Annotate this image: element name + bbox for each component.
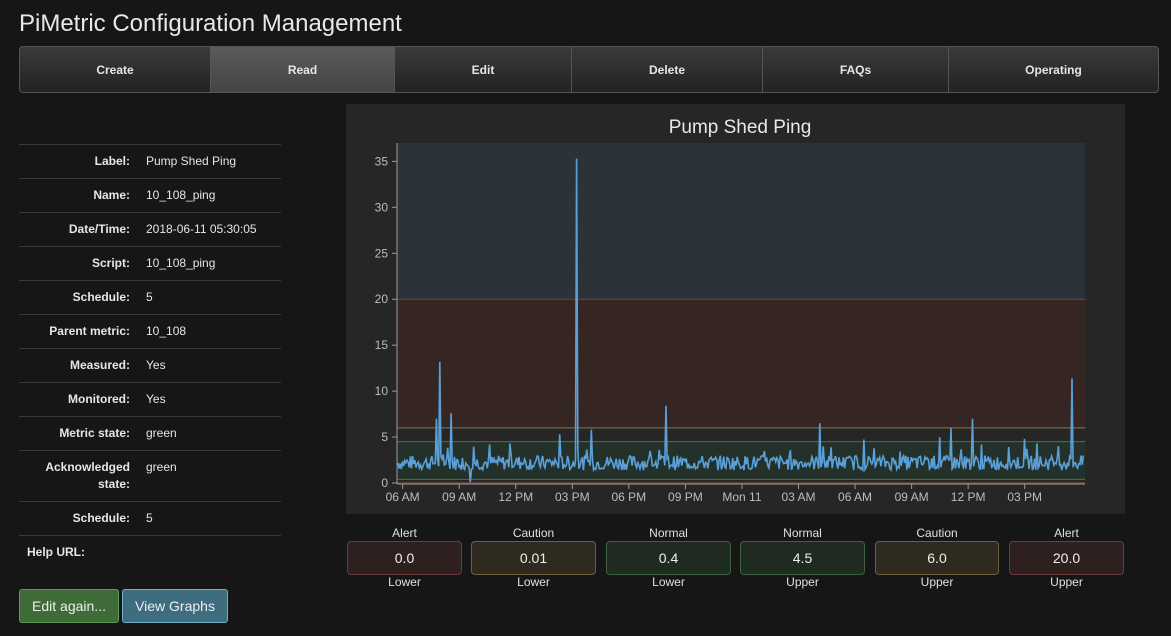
metric-details: Label: Pump Shed Ping Name: 10_108_ping Da…	[19, 144, 281, 535]
detail-label: Label:	[94, 154, 130, 168]
threshold-normal-upper: Normal 4.5 Upper	[740, 526, 865, 590]
threshold-side: Upper	[920, 575, 954, 589]
threshold-side: Upper	[786, 575, 819, 589]
detail-row: Metric state: green	[19, 416, 281, 450]
detail-row: Script: 10_108_ping	[19, 246, 281, 280]
x-tick-label: 03 PM	[1007, 490, 1042, 504]
threshold-normal-lower: Normal 0.4 Lower	[606, 526, 731, 590]
main-nav: Create Read Edit Delete FAQs Operating	[19, 46, 1159, 93]
detail-row: Measured: Yes	[19, 348, 281, 382]
y-tick-label: 30	[375, 200, 389, 214]
detail-label: Schedule:	[72, 511, 130, 525]
threshold-level: Alert	[1054, 526, 1079, 540]
detail-row: Schedule: 5	[19, 501, 281, 535]
threshold-value: 0.01	[471, 541, 596, 575]
detail-label: Name:	[93, 188, 130, 202]
detail-label: Script:	[91, 256, 130, 270]
threshold-level: Alert	[392, 526, 417, 540]
detail-label: Schedule:	[72, 290, 130, 304]
detail-label: Measured:	[69, 358, 130, 372]
threshold-caution-upper: Caution 6.0 Upper	[875, 526, 999, 590]
detail-row: Date/Time: 2018-06-11 05:30:05	[19, 212, 281, 246]
y-tick-label: 10	[375, 384, 389, 398]
threshold-level: Normal	[649, 526, 688, 540]
detail-value: 2018-06-11 05:30:05	[146, 222, 257, 236]
x-tick-label: 09 AM	[895, 490, 929, 504]
x-tick-label: 09 AM	[442, 490, 476, 504]
x-tick-label: 03 AM	[781, 490, 815, 504]
help-url-label: Help URL:	[19, 535, 281, 559]
x-tick-label: 09 PM	[668, 490, 703, 504]
detail-value: 10_108	[146, 324, 187, 338]
y-tick-label: 15	[375, 338, 389, 352]
nav-edit[interactable]: Edit	[395, 47, 572, 92]
detail-row: Acknowledged state: green	[19, 450, 281, 501]
nav-operating[interactable]: Operating	[949, 47, 1158, 92]
view-graphs-button[interactable]: View Graphs	[122, 589, 228, 623]
detail-label: Acknowledged state:	[45, 460, 130, 491]
detail-row: Label: Pump Shed Ping	[19, 144, 281, 178]
detail-row: Schedule: 5	[19, 280, 281, 314]
y-tick-label: 0	[381, 476, 388, 490]
threshold-side: Lower	[517, 575, 550, 589]
nav-read[interactable]: Read	[211, 47, 395, 92]
chart-svg: Pump Shed Ping 0 5 10 15 20 25 30 35 06 AM 09 AM 1…	[375, 117, 1085, 504]
band-alert	[397, 143, 1085, 300]
x-tick-label: 12 PM	[498, 490, 533, 504]
threshold-value: 4.5	[740, 541, 865, 575]
chart-title: Pump Shed Ping	[669, 117, 812, 138]
y-tick-label: 20	[375, 292, 389, 306]
nav-delete[interactable]: Delete	[572, 47, 763, 92]
x-tick-label: 03 PM	[555, 490, 590, 504]
detail-value: Pump Shed Ping	[146, 154, 237, 168]
detail-label: Monitored:	[68, 392, 130, 406]
threshold-value: 0.4	[606, 541, 731, 575]
page-title: PiMetric Configuration Management	[19, 10, 402, 37]
threshold-alert-lower: Alert 0.0 Lower	[347, 526, 462, 590]
threshold-value: 0.0	[347, 541, 462, 575]
y-tick-label: 5	[381, 430, 388, 444]
edit-again-button[interactable]: Edit again...	[19, 589, 119, 623]
detail-value: Yes	[146, 358, 166, 372]
band-caution	[397, 299, 1085, 428]
detail-label: Metric state:	[59, 426, 130, 440]
threshold-value: 20.0	[1009, 541, 1124, 575]
threshold-side: Lower	[652, 575, 685, 589]
detail-value: Yes	[146, 392, 166, 406]
x-tick-label: 06 PM	[612, 490, 647, 504]
detail-value: green	[146, 460, 177, 474]
nav-create[interactable]: Create	[20, 47, 211, 92]
x-tick-label: 06 AM	[838, 490, 872, 504]
threshold-side: Upper	[1050, 575, 1083, 589]
threshold-panel: Alert 0.0 Lower Caution 0.01 Lower Norma…	[346, 526, 1126, 590]
detail-label: Date/Time:	[68, 222, 130, 236]
detail-value: 10_108_ping	[146, 188, 216, 202]
threshold-alert-upper: Alert 20.0 Upper	[1009, 526, 1124, 590]
threshold-level: Normal	[783, 526, 822, 540]
detail-row: Monitored: Yes	[19, 382, 281, 416]
detail-value: 5	[146, 290, 153, 304]
threshold-caution-lower: Caution 0.01 Lower	[471, 526, 596, 590]
x-tick-label: Mon 11	[722, 490, 761, 504]
detail-value: 10_108_ping	[146, 256, 216, 270]
detail-row: Name: 10_108_ping	[19, 178, 281, 212]
nav-faqs[interactable]: FAQs	[763, 47, 949, 92]
threshold-value: 6.0	[875, 541, 999, 575]
threshold-level: Caution	[512, 526, 555, 540]
x-tick-label: 06 AM	[386, 490, 420, 504]
detail-label: Parent metric:	[49, 324, 130, 338]
detail-value: 5	[146, 511, 153, 525]
y-tick-label: 25	[375, 246, 389, 260]
detail-row: Parent metric: 10_108	[19, 314, 281, 348]
y-tick-label: 35	[375, 154, 389, 168]
threshold-level: Caution	[916, 526, 958, 540]
x-tick-label: 12 PM	[951, 490, 986, 504]
metric-chart: Pump Shed Ping 0 5 10 15 20 25 30 35 06 AM 09 AM 1…	[346, 104, 1125, 514]
detail-value: green	[146, 426, 177, 440]
threshold-side: Lower	[388, 575, 421, 589]
